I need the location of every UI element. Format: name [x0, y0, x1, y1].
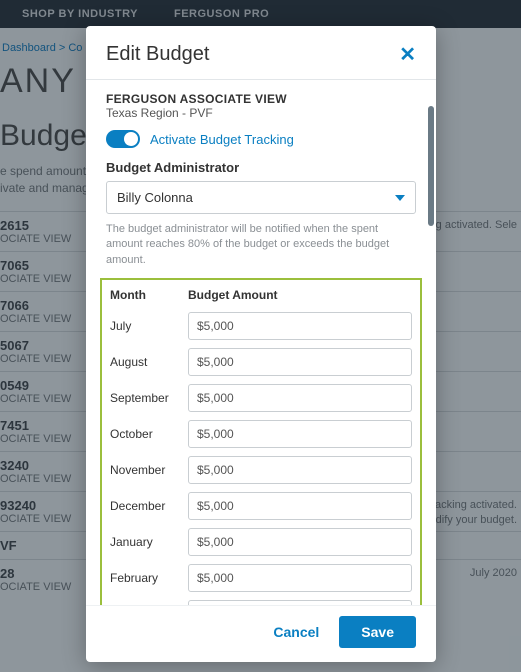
modal-header: Edit Budget ✕: [86, 26, 436, 80]
budget-row: November: [108, 452, 414, 488]
month-label: October: [110, 427, 188, 441]
budget-row: September: [108, 380, 414, 416]
save-button[interactable]: Save: [339, 616, 416, 648]
budget-row: December: [108, 488, 414, 524]
budget-amount-input[interactable]: [188, 456, 412, 484]
budget-amount-input[interactable]: [188, 312, 412, 340]
budget-row: July: [108, 308, 414, 344]
month-label: July: [110, 319, 188, 333]
month-label: December: [110, 499, 188, 513]
month-label: February: [110, 571, 188, 585]
edit-budget-modal: Edit Budget ✕ FERGUSON ASSOCIATE VIEW Te…: [86, 26, 436, 662]
toggle-label: Activate Budget Tracking: [150, 132, 294, 147]
activate-toggle[interactable]: [106, 130, 140, 148]
month-label: September: [110, 391, 188, 405]
modal-title: Edit Budget: [106, 43, 209, 66]
budget-amount-input[interactable]: [188, 600, 412, 605]
budget-amount-input[interactable]: [188, 564, 412, 592]
budget-grid: Month Budget Amount July August September O…: [100, 278, 422, 605]
region-label: Texas Region - PVF: [106, 106, 416, 120]
modal-body: FERGUSON ASSOCIATE VIEW Texas Region - P…: [86, 80, 436, 605]
budget-amount-input[interactable]: [188, 492, 412, 520]
month-label: November: [110, 463, 188, 477]
admin-value: Billy Colonna: [117, 190, 193, 205]
chevron-down-icon: [395, 195, 405, 201]
budget-row: August: [108, 344, 414, 380]
modal-footer: Cancel Save: [86, 605, 436, 662]
col-month: Month: [110, 288, 188, 302]
admin-help-text: The budget administrator will be notifie…: [106, 222, 416, 268]
associate-view-label: FERGUSON ASSOCIATE VIEW: [106, 92, 416, 106]
budget-row: February: [108, 560, 414, 596]
budget-row: March: [108, 596, 414, 605]
budget-amount-input[interactable]: [188, 528, 412, 556]
cancel-button[interactable]: Cancel: [267, 616, 325, 648]
month-label: August: [110, 355, 188, 369]
month-label: January: [110, 535, 188, 549]
toggle-row: Activate Budget Tracking: [106, 130, 416, 148]
budget-amount-input[interactable]: [188, 348, 412, 376]
close-icon[interactable]: ✕: [399, 42, 416, 67]
admin-select[interactable]: Billy Colonna: [106, 181, 416, 214]
col-amount: Budget Amount: [188, 288, 278, 302]
admin-label: Budget Administrator: [106, 160, 416, 175]
grid-header: Month Budget Amount: [108, 288, 414, 308]
budget-amount-input[interactable]: [188, 384, 412, 412]
budget-row: January: [108, 524, 414, 560]
budget-amount-input[interactable]: [188, 420, 412, 448]
budget-row: October: [108, 416, 414, 452]
